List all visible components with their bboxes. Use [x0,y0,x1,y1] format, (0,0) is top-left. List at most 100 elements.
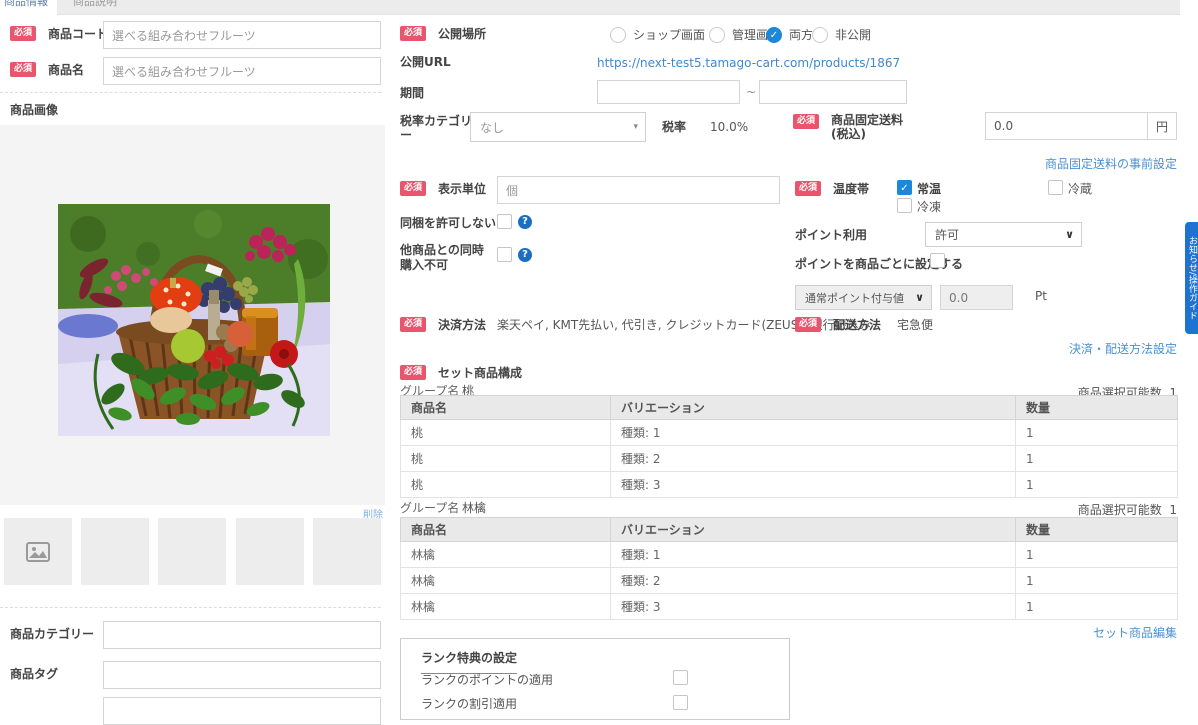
checkbox-frozen[interactable] [897,198,912,213]
rank-discount-label: ランクの割引適用 [421,697,518,711]
period-to-input[interactable] [759,80,907,104]
tax-category-label: 税率カテゴリー [400,114,473,142]
publish-url-label: 公開URL [400,55,451,69]
payment-settings-link[interactable]: 決済・配送方法設定 [1069,340,1177,357]
product-photo [58,204,330,436]
fixed-shipping-input[interactable]: 0.0 [985,112,1148,140]
temperature-label: 温度帯 [833,182,870,196]
product-category-input[interactable] [103,621,381,649]
product-tag-input[interactable] [103,661,381,689]
column-header-variation: バリエーション [610,517,1016,542]
fixed-shipping-value: 0.0 [994,119,1014,133]
chevron-down-icon: ▾ [633,122,638,132]
product-tag-label: 商品タグ [10,667,59,681]
selectable-count: 商品選択可能数 1 [1077,503,1177,517]
radio-admin-screen[interactable] [709,27,725,43]
required-badge: 必須 [795,181,822,196]
radio-shop-screen-label: ショップ画面 [633,28,706,42]
radio-shop-screen[interactable] [610,27,626,43]
period-from-input[interactable] [597,80,740,104]
column-header-product: 商品名 [400,395,611,420]
period-label: 期間 [400,86,425,100]
tab-product-description-label: 商品説明 [73,0,117,8]
point-use-value: 許可 [935,228,960,242]
table-row: 桃種類: 21 [400,445,1178,472]
column-header-quantity: 数量 [1015,517,1178,542]
table-header-row: 商品名 バリエーション 数量 [400,395,1178,420]
image-thumbnail-slot[interactable] [158,518,226,585]
divider [0,607,381,608]
required-badge: 必須 [400,181,427,196]
right-column: 必須 公開場所 ショップ画面 管理画面 ✓ 両方 非公開 公開URL https… [400,0,1178,720]
table-row: 林檎 種類: 11 [400,541,1178,568]
image-thumbnail-slot[interactable] [236,518,304,585]
left-extra-input[interactable] [103,697,381,725]
required-badge: 必須 [793,114,820,129]
table-row: 桃種類: 11 [400,419,1178,446]
required-badge: 必須 [400,26,427,41]
no-bundle-checkbox[interactable] [497,214,512,229]
announcement-side-tab[interactable]: お知らせ/操作ガイド [1185,222,1198,334]
tax-rate-label: 税率 [662,120,687,134]
help-icon[interactable]: ? [518,215,532,229]
rank-point-checkbox[interactable] [673,670,688,685]
image-thumbnail-slot[interactable] [4,518,72,585]
publish-place-label: 公開場所 [438,27,487,41]
rank-point-label: ランクのポイントの適用 [421,673,554,687]
column-header-product: 商品名 [400,517,611,542]
tab-product-info[interactable]: 商品情報 [0,0,57,14]
tax-category-value: なし [480,120,505,135]
radio-private-label: 非公開 [835,28,872,42]
delivery-method-value: 宅急便 [897,318,934,332]
point-grant-select-value: 通常ポイント付与値 [805,291,904,305]
point-use-label: ポイント利用 [795,228,868,242]
point-grant-value: 0.0 [949,290,969,305]
no-bundle-label: 同梱を許可しない [400,216,497,230]
product-code-label: 商品コード [48,27,109,41]
required-badge: 必須 [795,317,822,332]
product-name-value: 選べる組み合わせフルーツ [112,64,256,79]
table-row: 林檎 種類: 21 [400,567,1178,594]
set-group-table-peach: 商品名 バリエーション 数量 桃種類: 11 桃種類: 21 桃種類: 31 [400,395,1178,498]
display-unit-input[interactable]: 個 [497,176,780,204]
product-name-label: 商品名 [48,63,85,77]
checkbox-chilled[interactable] [1048,180,1063,195]
required-badge: 必須 [400,317,427,332]
no-copurchase-checkbox[interactable] [497,247,512,262]
checkbox-normal-temp[interactable]: ✓ [897,180,912,195]
image-thumbnail-slot[interactable] [313,518,381,585]
product-image-label: 商品画像 [10,103,59,117]
product-edit-page: 商品情報 商品説明 必須 商品コード 選べる組み合わせフルーツ 必須 商品名 選… [0,0,1198,725]
checkbox-chilled-label: 冷蔵 [1068,182,1093,196]
radio-both[interactable]: ✓ [766,27,782,43]
tax-category-select[interactable]: なし ▾ [470,112,646,142]
checkbox-frozen-label: 冷凍 [917,200,942,214]
publish-url-link[interactable]: https://next-test5.tamago-cart.com/produ… [597,56,900,70]
group-name-value: 林檎 [462,501,487,515]
image-thumbnail-slot[interactable] [81,518,149,585]
point-per-product-checkbox[interactable] [930,253,945,268]
required-badge: 必須 [400,365,427,380]
chevron-down-icon: ∨ [1065,228,1074,241]
fixed-shipping-label: 商品固定送料 (税込) [831,113,904,141]
product-code-input[interactable]: 選べる組み合わせフルーツ [103,21,381,49]
point-use-select[interactable]: 許可 ∨ [925,222,1082,247]
radio-both-label: 両方 [789,28,814,42]
point-grant-select[interactable]: 通常ポイント付与値 ∨ [795,285,932,310]
divider [0,92,381,93]
product-name-input[interactable]: 選べる組み合わせフルーツ [103,57,381,85]
period-separator: ~ [746,85,757,99]
set-composition-label: セット商品構成 [438,366,523,380]
help-icon[interactable]: ? [518,248,532,262]
radio-private[interactable] [812,27,828,43]
rank-discount-checkbox[interactable] [673,695,688,710]
no-copurchase-label: 他商品との同時購入不可 [400,243,484,272]
table-row: 桃種類: 31 [400,471,1178,498]
group-name-label: グループ名 [400,501,460,515]
point-grant-input[interactable]: 0.0 [940,285,1013,310]
set-edit-link[interactable]: セット商品編集 [1093,624,1177,641]
shipping-preset-link[interactable]: 商品固定送料の事前設定 [1045,155,1177,172]
payment-method-label: 決済方法 [438,318,487,332]
display-unit-value: 個 [506,183,519,198]
set-group-table-apple: 商品名 バリエーション 数量 林檎 種類: 11 林檎 種類: 21 林檎 種類: 3… [400,517,1178,620]
